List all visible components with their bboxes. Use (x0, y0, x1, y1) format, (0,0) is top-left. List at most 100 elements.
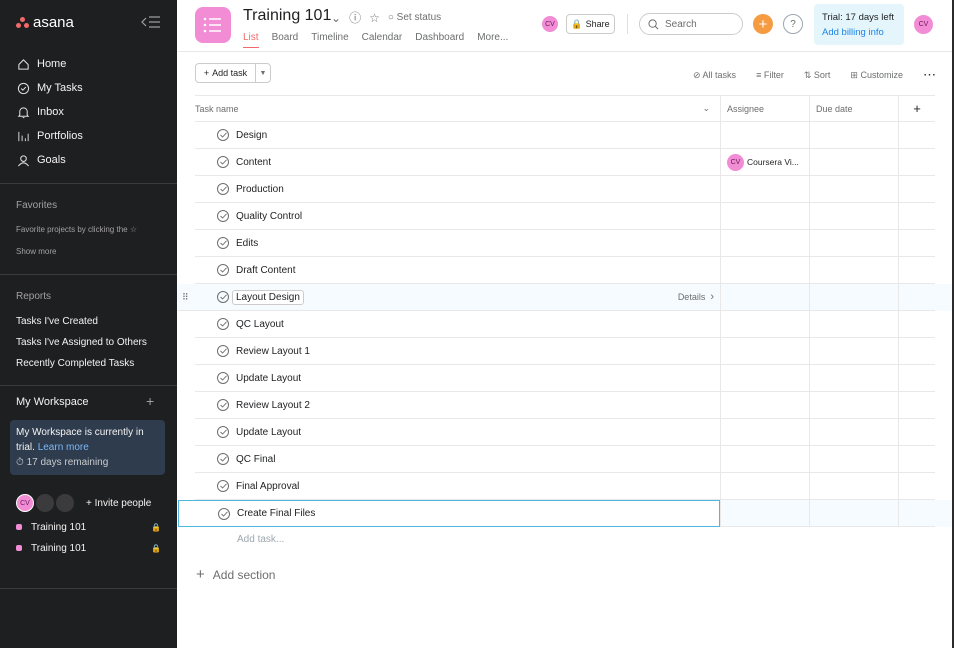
task-name-cell[interactable]: Create Final Files (178, 500, 720, 527)
table-row[interactable]: Final Approval (178, 473, 954, 500)
task-assignee-cell[interactable] (720, 284, 809, 311)
task-name-cell[interactable]: Review Layout 1 (195, 338, 720, 365)
user-avatar[interactable]: CV (913, 14, 934, 35)
task-due-date-cell[interactable] (809, 149, 898, 176)
task-due-date-cell[interactable] (809, 500, 898, 527)
table-row[interactable]: Edits (178, 230, 954, 257)
customize-button[interactable]: ⊞ Customize (850, 70, 903, 81)
task-name-cell[interactable]: Final Approval (195, 473, 720, 500)
info-icon[interactable]: ⓘ (349, 9, 361, 26)
task-name[interactable]: Update Layout (236, 427, 301, 438)
task-name-cell[interactable]: QC Final (195, 446, 720, 473)
project-list-icon[interactable] (195, 7, 231, 43)
task-complete-checkbox-icon[interactable] (217, 345, 229, 357)
task-assignee-cell[interactable] (720, 122, 809, 149)
tab-board[interactable]: Board (272, 32, 299, 48)
workspace-title[interactable]: My Workspace (16, 396, 89, 408)
add-billing-link[interactable]: Add billing info (822, 25, 896, 40)
page-title[interactable]: Training 101 (243, 7, 331, 25)
sidebar-item-home[interactable]: Home (0, 52, 177, 76)
add-task-dropdown[interactable]: ▼ (256, 64, 270, 82)
tab-timeline[interactable]: Timeline (311, 32, 348, 48)
task-due-date-cell[interactable] (809, 176, 898, 203)
table-row[interactable]: Review Layout 1 (178, 338, 954, 365)
task-assignee-cell[interactable] (720, 230, 809, 257)
add-column-button[interactable]: + (898, 96, 935, 121)
task-name-cell[interactable]: Update Layout (195, 365, 720, 392)
task-complete-checkbox-icon[interactable] (217, 210, 229, 222)
task-name-cell[interactable]: ⠿ Layout Design Details › (178, 284, 720, 311)
table-row[interactable]: Update Layout (178, 419, 954, 446)
sidebar-item-inbox[interactable]: Inbox (0, 100, 177, 124)
task-name[interactable]: Draft Content (236, 265, 295, 276)
collapse-sidebar-icon[interactable] (141, 15, 161, 31)
task-name[interactable]: Review Layout 2 (236, 400, 310, 411)
table-row[interactable]: Draft Content (178, 257, 954, 284)
table-row[interactable]: QC Layout (178, 311, 954, 338)
learn-more-link[interactable]: Learn more (38, 442, 89, 453)
task-due-date-cell[interactable] (809, 392, 898, 419)
task-complete-checkbox-icon[interactable] (217, 156, 229, 168)
task-name[interactable]: Production (236, 184, 284, 195)
avatar[interactable]: CV (16, 494, 34, 512)
add-task-inline[interactable]: Add task... (237, 534, 284, 545)
task-name[interactable]: Layout Design (232, 289, 304, 305)
task-name-cell[interactable]: Review Layout 2 (195, 392, 720, 419)
task-name-cell[interactable]: Edits (195, 230, 720, 257)
column-header-assignee[interactable]: Assignee (720, 96, 809, 121)
task-name-cell[interactable]: Content (195, 149, 720, 176)
task-complete-checkbox-icon[interactable] (217, 129, 229, 141)
search-input[interactable]: Search (639, 13, 743, 35)
task-complete-checkbox-icon[interactable] (217, 480, 229, 492)
drag-handle-icon[interactable]: ⠿ (182, 292, 189, 303)
tab-calendar[interactable]: Calendar (362, 32, 403, 48)
task-due-date-cell[interactable] (809, 419, 898, 446)
task-assignee-cell[interactable] (720, 203, 809, 230)
column-header-due-date[interactable]: Due date (809, 96, 898, 121)
table-row[interactable]: Design (178, 122, 954, 149)
task-assignee-cell[interactable] (720, 257, 809, 284)
task-assignee-cell[interactable] (720, 419, 809, 446)
sidebar-item-goals[interactable]: Goals (0, 148, 177, 172)
table-row[interactable]: Content CV Coursera Vi... (178, 149, 954, 176)
help-button[interactable]: ? (783, 14, 803, 34)
add-workspace-item-icon[interactable]: + (146, 393, 154, 409)
chevron-down-icon[interactable]: ⌄ (702, 103, 710, 114)
task-assignee-cell[interactable] (720, 338, 809, 365)
tab-more[interactable]: More... (477, 32, 508, 48)
table-row[interactable]: ⠿ Layout Design Details › (178, 284, 954, 311)
task-name-cell[interactable]: Update Layout (195, 419, 720, 446)
quick-add-button[interactable]: + (753, 14, 773, 34)
task-due-date-cell[interactable] (809, 473, 898, 500)
sidebar-project-item[interactable]: Training 101 🔒 (16, 520, 161, 534)
all-tasks-button[interactable]: ⊘ All tasks (693, 70, 736, 81)
task-details-button[interactable]: Details (678, 292, 706, 302)
add-section-button[interactable]: + Add section (196, 566, 275, 583)
task-complete-checkbox-icon[interactable] (217, 399, 229, 411)
chevron-down-icon[interactable]: ⌄ (331, 11, 341, 25)
task-due-date-cell[interactable] (809, 311, 898, 338)
task-complete-checkbox-icon[interactable] (217, 318, 229, 330)
task-name[interactable]: Final Approval (236, 481, 299, 492)
task-name-cell[interactable]: Design (195, 122, 720, 149)
task-name[interactable]: Design (236, 130, 267, 141)
task-due-date-cell[interactable] (809, 230, 898, 257)
task-assignee-cell[interactable] (720, 392, 809, 419)
report-tasks-assigned[interactable]: Tasks I've Assigned to Others (16, 337, 147, 348)
task-assignee-cell[interactable] (720, 500, 809, 527)
task-name[interactable]: QC Final (236, 454, 275, 465)
task-complete-checkbox-icon[interactable] (217, 183, 229, 195)
task-name-cell[interactable]: QC Layout (195, 311, 720, 338)
task-name[interactable]: Edits (236, 238, 258, 249)
sidebar-project-item[interactable]: Training 101 🔒 (16, 541, 161, 555)
task-complete-checkbox-icon[interactable] (217, 372, 229, 384)
table-row[interactable]: Review Layout 2 (178, 392, 954, 419)
sort-button[interactable]: ⇅ Sort (804, 70, 831, 81)
task-due-date-cell[interactable] (809, 257, 898, 284)
task-complete-checkbox-icon[interactable] (218, 507, 230, 520)
asana-logo[interactable]: asana (16, 14, 74, 31)
task-complete-checkbox-icon[interactable] (217, 453, 229, 465)
add-task-button[interactable]: + Add task (196, 64, 256, 82)
table-row[interactable]: Create Final Files (178, 500, 954, 527)
task-assignee-cell[interactable] (720, 446, 809, 473)
